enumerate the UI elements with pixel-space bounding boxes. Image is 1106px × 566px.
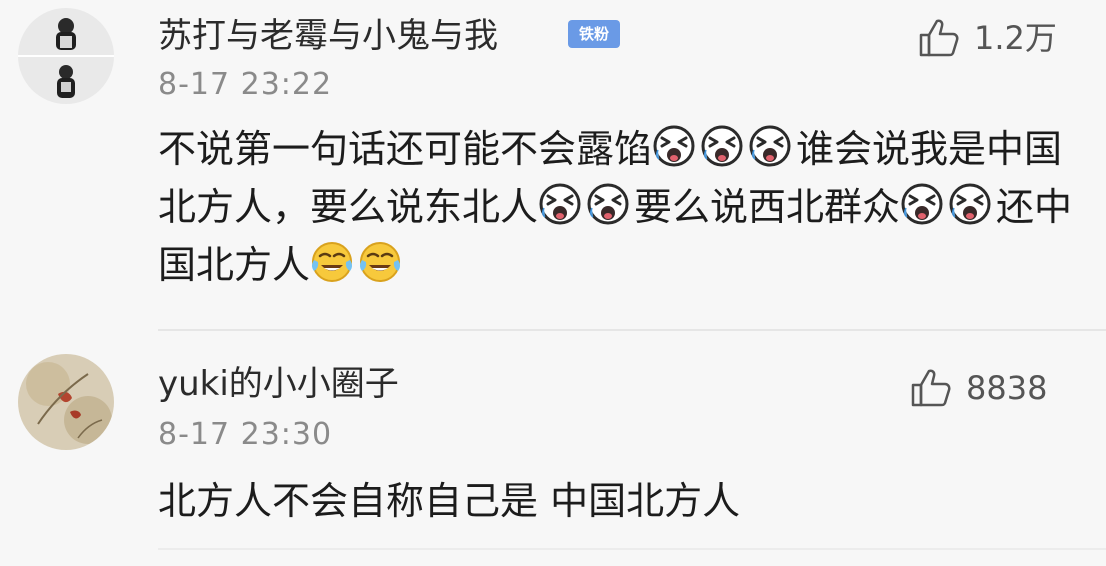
avatar[interactable] xyxy=(18,354,114,450)
laughing-cry-face-icon xyxy=(700,124,744,168)
thumbs-up-icon xyxy=(910,368,954,408)
divider xyxy=(158,548,1106,550)
comment-body: 北方人不会自称自己是 中国北方人 xyxy=(158,472,1058,530)
comment-item: 苏打与老霉与小鬼与我 铁粉 8-17 23:22 1.2万 不说第一句话还可能不… xyxy=(0,0,1106,330)
comment-text: 不说第一句话还可能不会露馅 xyxy=(158,127,653,171)
tears-of-joy-face-icon xyxy=(310,240,354,284)
divider xyxy=(158,329,1106,331)
fan-badge: 铁粉 xyxy=(568,20,620,48)
comment-text: 北方人不会自称自己是 中国北方人 xyxy=(158,479,741,523)
like-button[interactable]: 1.2万 xyxy=(918,18,1057,58)
comment-text: 要么说西北群众 xyxy=(634,185,901,229)
laughing-cry-face-icon xyxy=(586,182,630,226)
like-count: 1.2万 xyxy=(974,19,1057,57)
thumbs-up-icon xyxy=(918,18,962,58)
like-button[interactable]: 8838 xyxy=(910,368,1047,408)
username[interactable]: 苏打与老霉与小鬼与我 xyxy=(158,16,498,56)
timestamp: 8-17 23:22 xyxy=(158,67,333,102)
tears-of-joy-face-icon xyxy=(358,240,402,284)
username[interactable]: yuki的小小圈子 xyxy=(158,364,399,404)
comment-list: 苏打与老霉与小鬼与我 铁粉 8-17 23:22 1.2万 不说第一句话还可能不… xyxy=(0,0,1106,566)
like-count: 8838 xyxy=(966,369,1048,407)
comment-body: 不说第一句话还可能不会露馅 谁会说我是中国北方人，要么说东北人 要么说西北群众 还中国… xyxy=(158,120,1078,294)
timestamp: 8-17 23:30 xyxy=(158,417,333,452)
laughing-cry-face-icon xyxy=(538,182,582,226)
laughing-cry-face-icon xyxy=(900,182,944,226)
laughing-cry-face-icon xyxy=(948,182,992,226)
laughing-cry-face-icon xyxy=(652,124,696,168)
laughing-cry-face-icon xyxy=(748,124,792,168)
comment-item: yuki的小小圈子 8-17 23:30 8838 北方人不会自称自己是 中国北… xyxy=(0,332,1106,566)
avatar[interactable] xyxy=(18,8,114,104)
